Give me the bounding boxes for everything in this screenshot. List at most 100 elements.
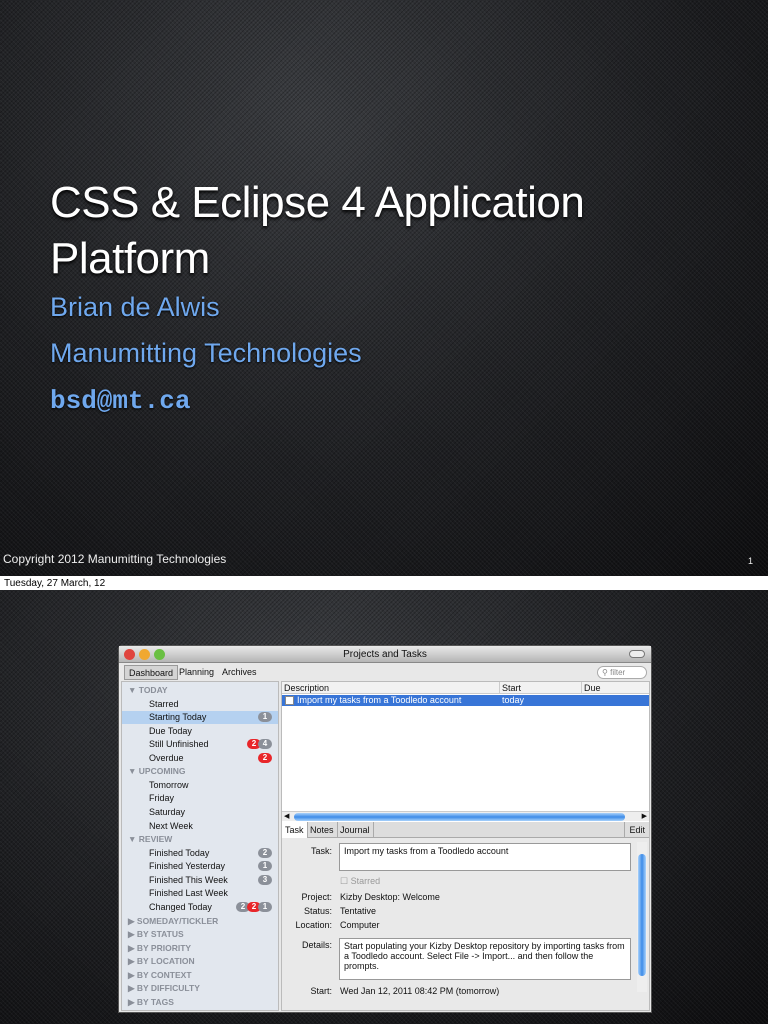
sidebar-label: ▶ BY TAGS	[128, 996, 174, 1007]
search-icon: ⚲	[602, 668, 611, 677]
sidebar-label: Changed Today	[149, 901, 212, 912]
sidebar-label: ▶ BY DIFFICULTY	[128, 983, 200, 994]
tab-dashboard[interactable]: Dashboard	[124, 665, 179, 680]
app-window: Projects and Tasks Dashboard Planning Ar…	[118, 645, 652, 1013]
status-label: Status:	[303, 906, 332, 916]
author: Brian de Alwis	[50, 292, 220, 322]
details-field[interactable]: Start populating your Kizby Desktop repo…	[339, 938, 631, 980]
column-due[interactable]: Due	[582, 682, 651, 694]
close-button[interactable]	[124, 649, 135, 660]
starred-label: Starred	[350, 876, 381, 886]
sidebar-label: Overdue	[149, 752, 184, 763]
sidebar-item[interactable]: Finished Last Week	[122, 887, 278, 900]
row-description: Import my tasks from a Toodledo account	[297, 695, 462, 705]
sidebar-item[interactable]: Friday	[122, 792, 278, 805]
count-badge: 3	[258, 874, 272, 885]
sidebar-label: Finished Yesterday	[149, 861, 226, 872]
sidebar-label: Tomorrow	[149, 779, 189, 790]
starred-checkbox[interactable]: ☐ Starred	[340, 876, 380, 887]
horizontal-scrollbar[interactable]: ◀ ▶	[282, 811, 649, 821]
minimize-button[interactable]	[139, 649, 150, 660]
sidebar-section[interactable]: ▼ REVIEW	[122, 833, 278, 846]
sidebar-section[interactable]: ▶ BY PRIORITY	[122, 942, 278, 955]
sidebar-item[interactable]: Next Week	[122, 820, 278, 833]
sidebar: ▼ TODAY Starred Starting Today 1 Due Today St…	[121, 681, 279, 1011]
sidebar-label: Due Today	[149, 725, 192, 736]
sidebar-label: Saturday	[149, 807, 186, 818]
column-start[interactable]: Start	[500, 682, 582, 694]
sidebar-label: ▶ BY LOCATION	[128, 956, 195, 967]
sidebar-label: Finished Today	[149, 847, 210, 858]
sidebar-section[interactable]: ▶ BY LOCATION	[122, 955, 278, 968]
sidebar-label: Starred	[149, 698, 179, 709]
sidebar-label: ▶ SOMEDAY/TICKLER	[128, 915, 219, 926]
tab-journal[interactable]: Journal	[337, 822, 374, 838]
title-line-1: CSS & Eclipse 4 Application	[50, 178, 585, 227]
main-pane: Description Start Due Import my tasks fr…	[281, 681, 650, 1011]
sidebar-section[interactable]: ▼ UPCOMING	[122, 765, 278, 778]
sidebar-label: Finished This Week	[149, 874, 228, 885]
sidebar-section[interactable]: ▶ BY CONTEXT	[122, 969, 278, 982]
sidebar-item[interactable]: Finished Today 2	[122, 847, 278, 860]
tab-notes[interactable]: Notes	[307, 822, 338, 838]
badge-group: 3	[258, 874, 272, 885]
vertical-scrollbar[interactable]	[637, 842, 647, 992]
sidebar-label: ▶ BY CONTEXT	[128, 969, 192, 980]
count-badge: 2	[258, 847, 272, 858]
sidebar-item[interactable]: Due Today	[122, 725, 278, 738]
status-value: Tentative	[340, 906, 377, 916]
count-badge: 1	[258, 712, 272, 723]
scroll-thumb[interactable]	[294, 813, 625, 821]
column-description[interactable]: Description	[282, 682, 500, 694]
sidebar-item[interactable]: Tomorrow	[122, 779, 278, 792]
project-label: Project:	[301, 892, 332, 902]
table-header: Description Start Due	[282, 682, 649, 694]
tab-task[interactable]: Task	[282, 822, 308, 838]
sidebar-label: Friday	[149, 793, 175, 804]
sidebar-section[interactable]: ▼ TODAY	[122, 684, 278, 697]
sidebar-item[interactable]: Finished This Week 3	[122, 874, 278, 887]
badge-group: 1	[258, 861, 272, 872]
sidebar-section[interactable]: ▶ BY TAGS	[122, 996, 278, 1009]
table-row[interactable]: Import my tasks from a Toodledo account …	[282, 695, 649, 706]
task-label: Task:	[310, 846, 332, 856]
filter-input[interactable]: ⚲ filter	[597, 666, 647, 679]
sidebar-item[interactable]: Changed Today 2 2 1	[122, 901, 278, 914]
sidebar-item[interactable]: Saturday	[122, 806, 278, 819]
sidebar-label: ▼ REVIEW	[128, 834, 173, 845]
sidebar-item[interactable]: Starting Today 1	[122, 711, 278, 725]
sidebar-label: Starting Today	[149, 712, 207, 723]
sidebar-label: ▼ TODAY	[128, 685, 168, 695]
slide-title: CSS & Eclipse 4 Application Platform	[50, 175, 585, 287]
sidebar-item[interactable]: Starred	[122, 698, 278, 711]
count-badge: 2	[258, 752, 272, 763]
toolbar-toggle-button[interactable]	[629, 650, 645, 658]
scroll-thumb[interactable]	[638, 854, 646, 976]
sidebar-section[interactable]: ▶ BY DIFFICULTY	[122, 982, 278, 995]
tab-planning[interactable]: Planning	[175, 665, 218, 680]
sidebar-label: Still Unfinished	[149, 739, 209, 750]
page-number: 1	[747, 556, 753, 566]
start-label: Start:	[310, 986, 332, 996]
sidebar-section[interactable]: ▶ BY STATUS	[122, 928, 278, 941]
sidebar-label: ▼ UPCOMING	[128, 766, 186, 777]
badge-group: 2	[258, 847, 272, 858]
badge-group: 1	[258, 712, 272, 723]
tab-archives[interactable]: Archives	[218, 665, 261, 680]
zoom-button[interactable]	[154, 649, 165, 660]
task-checkbox[interactable]	[285, 696, 294, 705]
company: Manumitting Technologies	[50, 338, 362, 368]
title-slide: CSS & Eclipse 4 Application Platform Bria…	[0, 0, 768, 576]
count-badge: 1	[258, 861, 272, 872]
sidebar-item[interactable]: Finished Yesterday 1	[122, 860, 278, 873]
task-field[interactable]: Import my tasks from a Toodledo account	[339, 843, 631, 871]
badge-group: 2	[258, 752, 272, 763]
sidebar-item[interactable]: Still Unfinished 2 4	[122, 738, 278, 751]
location-label: Location:	[295, 920, 332, 930]
sidebar-item[interactable]: Overdue 2	[122, 752, 278, 765]
sidebar-label: ▶ BY STATUS	[128, 929, 184, 940]
count-badge: 4	[258, 739, 272, 750]
window-title: Projects and Tasks	[343, 649, 427, 660]
sidebar-section[interactable]: ▶ SOMEDAY/TICKLER	[122, 915, 278, 928]
edit-button[interactable]: Edit	[624, 822, 649, 838]
